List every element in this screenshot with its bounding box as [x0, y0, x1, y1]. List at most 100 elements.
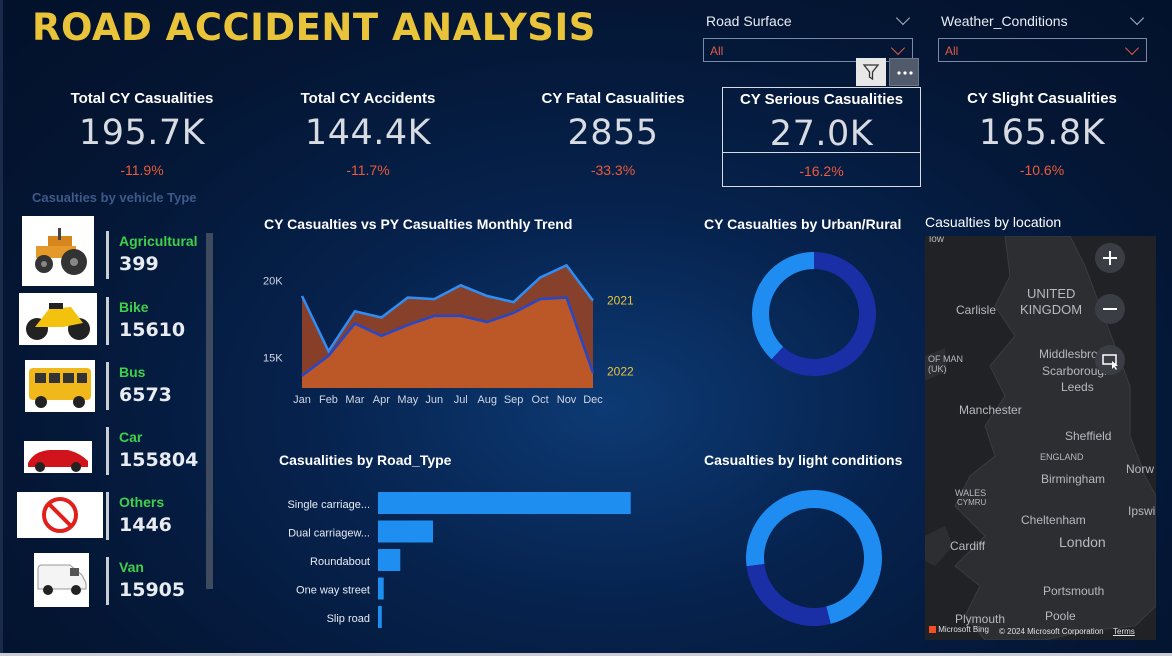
casualties-location-map[interactable]: low UNITED KINGDOM Carlisle OF MAN (UK) …	[925, 236, 1156, 640]
map-label: ENGLAND	[1040, 452, 1084, 462]
filter-button[interactable]	[856, 58, 886, 86]
more-icon	[897, 71, 913, 75]
map-label: Sheffield	[1065, 429, 1112, 443]
bar-4	[378, 606, 382, 628]
vehicle-row-agricultural[interactable]: Agricultural 399	[16, 215, 206, 286]
bar-category-label: Dual carriagew...	[288, 528, 370, 540]
map-label: Plymouth	[955, 612, 1006, 626]
donut-slice-2	[751, 252, 814, 360]
series-label-2021: 2021	[607, 294, 634, 308]
divider	[106, 557, 109, 605]
vehicle-value: 6573	[119, 384, 172, 406]
bus-icon	[25, 360, 95, 412]
kpi-change: -11.9%	[120, 162, 164, 178]
weather-dropdown[interactable]: All	[938, 38, 1147, 62]
vehicle-row-bike[interactable]: Bike 15610	[16, 281, 206, 351]
chevron-down-icon	[1124, 40, 1140, 56]
select-area-icon	[1102, 354, 1118, 370]
bar-category-label: One way street	[296, 585, 370, 597]
map-label: Cheltenham	[1021, 513, 1086, 527]
more-options-button[interactable]	[889, 58, 919, 86]
select-area-button[interactable]	[1095, 345, 1125, 375]
map-label: CYMRU	[957, 498, 987, 507]
x-tick-label: Aug	[477, 394, 497, 406]
vehicle-value: 399	[119, 253, 159, 275]
collapse-chevron-icon[interactable]	[895, 10, 911, 26]
kpi-total-casualties[interactable]: Total CY Casualities 195.7K -11.9%	[44, 88, 240, 186]
x-tick-label: Sep	[504, 394, 524, 406]
vehicle-list-scrollbar[interactable]	[206, 233, 213, 589]
vehicle-row-others[interactable]: Others 1446	[16, 476, 206, 546]
slicer-road-surface[interactable]: Road Surface All	[703, 10, 913, 64]
vehicle-name: Bike	[119, 299, 149, 315]
x-tick-label: Mar	[345, 394, 364, 406]
vehicle-row-van[interactable]: Van 15905	[16, 541, 206, 611]
slicer-road-surface-label: Road Surface	[706, 13, 792, 29]
bar-category-label: Slip road	[327, 613, 370, 625]
vehicle-type-title: Casualties by vehicle Type	[32, 190, 197, 205]
vehicle-name: Car	[119, 429, 143, 445]
vehicle-value: 155804	[119, 449, 199, 471]
x-tick-label: Dec	[583, 394, 603, 406]
kpi-title: CY Slight Casualities	[967, 90, 1117, 107]
map-terms-link[interactable]: Terms	[1113, 627, 1135, 636]
chevron-down-icon	[890, 40, 906, 56]
vehicle-name: Van	[119, 559, 144, 575]
map-label: Portsmouth	[1043, 584, 1105, 598]
car-icon	[24, 441, 92, 473]
x-tick-label: Jul	[454, 394, 468, 406]
map-label: Manchester	[959, 403, 1022, 417]
kpi-change: -33.3%	[590, 162, 636, 178]
urban-rural-title: CY Casualties by Urban/Rural	[704, 216, 902, 232]
map-label: Poole	[1045, 609, 1076, 623]
slicer-weather-label: Weather_Conditions	[941, 13, 1068, 29]
x-tick-label: Apr	[373, 394, 390, 406]
light-conditions-title: Casualties by light conditions	[704, 452, 903, 468]
kpi-title: Total CY Accidents	[300, 90, 436, 107]
vehicle-name: Bus	[119, 364, 146, 380]
y-tick-label: 20K	[263, 276, 283, 288]
vehicle-row-car[interactable]: Car 155804	[16, 411, 206, 481]
zoom-in-button[interactable]	[1095, 243, 1125, 273]
map-label: WALES	[955, 488, 987, 498]
window-edge	[0, 0, 3, 656]
kpi-slight-casualties[interactable]: CY Slight Casualities 165.8K -10.6%	[944, 88, 1140, 186]
microsoft-logo-icon	[929, 626, 936, 634]
divider	[106, 362, 109, 410]
map-label: London	[1059, 534, 1106, 550]
road-type-bar-chart[interactable]: Single carriage... Dual carriagew... Round…	[270, 485, 650, 635]
map-label: Cardiff	[950, 539, 986, 553]
minus-icon	[1103, 308, 1117, 310]
divider	[106, 231, 109, 279]
x-tick-label: Feb	[319, 394, 338, 406]
map-label: Middlesbro	[1039, 347, 1098, 361]
collapse-chevron-icon[interactable]	[1129, 10, 1145, 26]
van-icon	[34, 553, 89, 607]
kpi-value: 144.4K	[304, 113, 432, 153]
vehicle-name: Others	[119, 494, 165, 510]
slicer-weather-conditions[interactable]: Weather_Conditions All	[938, 10, 1147, 64]
x-tick-label: May	[397, 394, 418, 406]
vehicle-name: Agricultural	[119, 233, 198, 249]
bar-2	[378, 549, 401, 571]
map-label: KINGDOM	[1020, 302, 1083, 317]
bar-0	[378, 492, 631, 514]
y-tick-label: 15K	[263, 352, 283, 364]
zoom-out-button[interactable]	[1095, 294, 1125, 324]
map-label: (UK)	[928, 364, 947, 374]
trend-chart[interactable]: 15K 20K Jan Feb Mar Apr May Jun Jul Aug Sep Oct Nov D…	[255, 240, 645, 415]
map-label: Ipswi	[1128, 504, 1156, 518]
kpi-total-accidents[interactable]: Total CY Accidents 144.4K -11.7%	[270, 88, 466, 186]
kpi-fatal-casualties[interactable]: CY Fatal Casualities 2855 -33.3%	[515, 88, 711, 186]
vehicle-value: 1446	[119, 514, 172, 536]
bar-3	[378, 577, 384, 600]
vehicle-row-bus[interactable]: Bus 6573	[16, 346, 206, 416]
urban-rural-donut[interactable]	[750, 250, 878, 378]
kpi-title: CY Serious Casualities	[739, 91, 904, 108]
map-label: low	[929, 236, 945, 245]
light-conditions-donut[interactable]	[744, 488, 884, 628]
series-label-2022: 2022	[607, 365, 634, 379]
x-tick-label: Oct	[532, 394, 549, 406]
kpi-serious-casualties[interactable]: CY Serious Casualities 27.0K -16.2%	[722, 87, 921, 187]
map-label: UNITED	[1027, 286, 1076, 301]
